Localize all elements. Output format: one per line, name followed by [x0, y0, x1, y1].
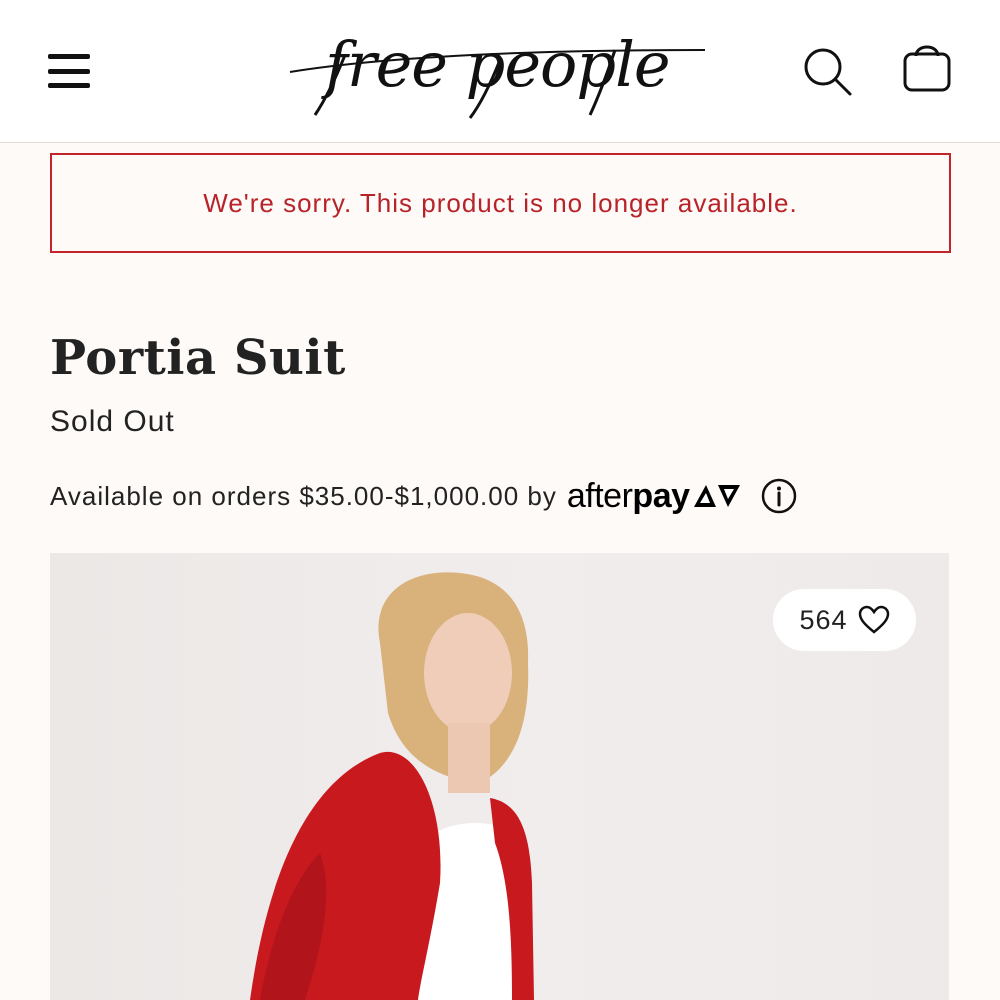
- product-image[interactable]: 564: [50, 553, 949, 1000]
- shopping-bag-icon[interactable]: [900, 38, 954, 94]
- likes-count: 564: [799, 604, 848, 635]
- product-title: Portia Suit: [50, 330, 346, 386]
- afterpay-row: Available on orders $35.00-$1,000.00 by …: [50, 474, 798, 518]
- hamburger-menu-icon[interactable]: [48, 52, 90, 90]
- site-header: free people: [0, 0, 1000, 143]
- free-people-logo[interactable]: free people: [285, 20, 715, 120]
- logo-text: free people: [325, 28, 671, 101]
- afterpay-logo: after pay: [567, 477, 742, 516]
- stock-status: Sold Out: [50, 405, 175, 438]
- search-icon[interactable]: [800, 44, 854, 98]
- afterpay-brand-pay: pay: [632, 476, 690, 515]
- afterpay-arrows-icon: [693, 485, 740, 507]
- favorite-button[interactable]: 564: [773, 589, 916, 651]
- afterpay-text: Available on orders $35.00-$1,000.00 by: [50, 480, 557, 511]
- heart-icon: [858, 605, 889, 634]
- afterpay-brand-after: after: [566, 476, 633, 515]
- unavailable-alert: We're sorry. This product is no longer a…: [50, 153, 951, 253]
- alert-message: We're sorry. This product is no longer a…: [203, 187, 798, 218]
- info-icon[interactable]: [760, 477, 798, 515]
